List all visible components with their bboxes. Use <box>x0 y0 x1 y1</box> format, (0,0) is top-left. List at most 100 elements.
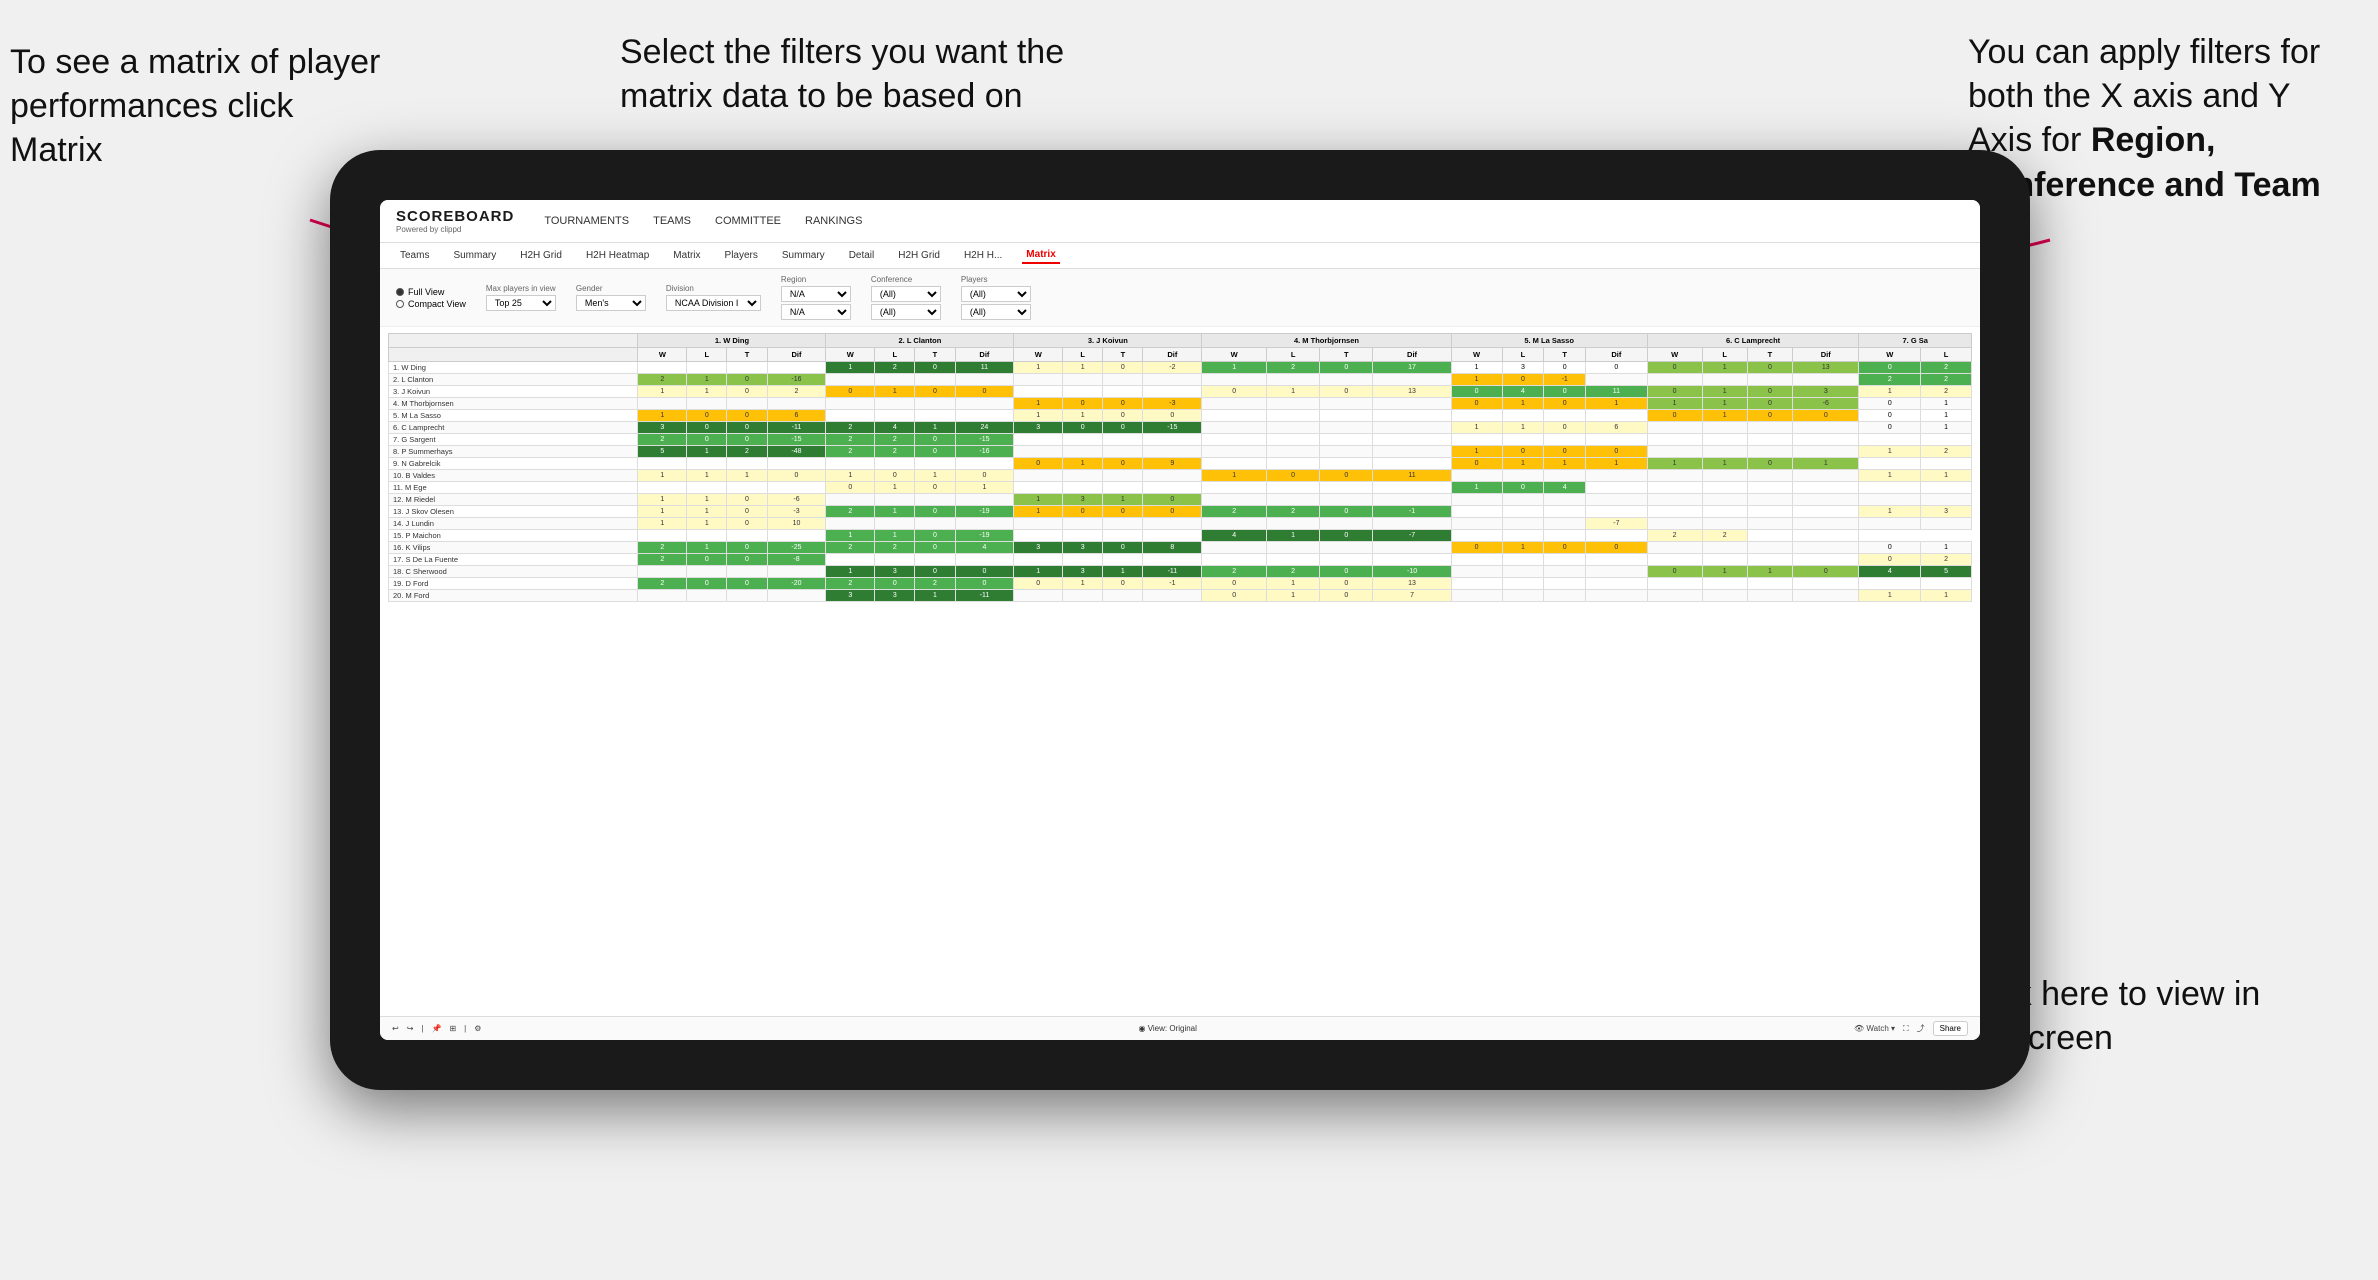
fullscreen-icon[interactable]: ⛶ <box>1903 1024 1909 1034</box>
matrix-cell <box>1586 566 1648 578</box>
matrix-cell: 1 <box>826 566 875 578</box>
matrix-cell <box>1702 554 1747 566</box>
matrix-cell: 1 <box>1544 458 1586 470</box>
matrix-cell <box>638 362 687 374</box>
nav-committee[interactable]: COMMITTEE <box>715 215 781 227</box>
matrix-cell: 0 <box>1014 578 1063 590</box>
matrix-cell: 0 <box>1586 446 1648 458</box>
th-w2: W <box>826 348 875 362</box>
sub-nav-matrix-active[interactable]: Matrix <box>1022 247 1059 264</box>
max-players-select[interactable]: Top 25 <box>486 295 556 311</box>
sub-nav-teams[interactable]: Teams <box>396 248 433 263</box>
matrix-cell: 0 <box>826 386 875 398</box>
matrix-cell: 0 <box>1451 458 1502 470</box>
toolbar-undo[interactable]: ↩ <box>392 1024 399 1033</box>
matrix-cell <box>826 398 875 410</box>
matrix-cell <box>1143 446 1202 458</box>
matrix-cell <box>915 554 955 566</box>
division-select[interactable]: NCAA Division I <box>666 295 761 311</box>
toolbar-settings[interactable]: ⚙ <box>474 1024 481 1033</box>
matrix-cell <box>1202 434 1267 446</box>
sub-nav-h2h-grid2[interactable]: H2H Grid <box>894 248 944 263</box>
conference-select[interactable]: (All) <box>871 286 941 302</box>
region-select2[interactable]: N/A <box>781 304 851 320</box>
matrix-cell <box>1702 482 1747 494</box>
matrix-cell: 0 <box>1451 386 1502 398</box>
matrix-cell: 2 <box>1921 362 1972 374</box>
matrix-cell: 1 <box>1647 458 1702 470</box>
th-d1: Dif <box>767 348 826 362</box>
matrix-cell <box>1014 518 1063 530</box>
sub-nav-summary2[interactable]: Summary <box>778 248 829 263</box>
nav-teams[interactable]: TEAMS <box>653 215 691 227</box>
matrix-cell: 0 <box>1502 446 1544 458</box>
watch-label[interactable]: 👁 Watch ▾ <box>1854 1024 1895 1033</box>
sub-nav-h2h-grid[interactable]: H2H Grid <box>516 248 566 263</box>
matrix-cell <box>1544 590 1586 602</box>
player-name-cell: 13. J Skov Olesen <box>389 506 638 518</box>
matrix-cell <box>915 518 955 530</box>
player-name-cell: 16. K Vilips <box>389 542 638 554</box>
matrix-cell: 0 <box>687 422 727 434</box>
matrix-cell <box>1267 422 1320 434</box>
player-name-cell: 15. P Maichon <box>389 530 638 542</box>
th-w6: W <box>1647 348 1702 362</box>
matrix-cell <box>1702 542 1747 554</box>
matrix-cell: 6 <box>767 410 826 422</box>
sub-nav-detail[interactable]: Detail <box>845 248 879 263</box>
toolbar-redo[interactable]: ↪ <box>407 1024 414 1033</box>
sub-nav-h2h-heatmap[interactable]: H2H Heatmap <box>582 248 653 263</box>
matrix-cell <box>1859 494 1921 506</box>
matrix-cell <box>1143 434 1202 446</box>
matrix-cell <box>1793 518 1859 530</box>
matrix-cell <box>1647 422 1702 434</box>
sub-nav-h2h-h[interactable]: H2H H... <box>960 248 1006 263</box>
table-row: 5. M La Sasso10061100010001 <box>389 410 1972 422</box>
matrix-cell: 0 <box>687 410 727 422</box>
filter-players: Players (All) (All) <box>961 275 1031 320</box>
matrix-cell: 1 <box>1793 458 1859 470</box>
matrix-cell: 2 <box>875 434 915 446</box>
toolbar-copy[interactable]: ⊞ <box>449 1024 456 1033</box>
matrix-cell <box>1014 374 1063 386</box>
share-icon[interactable]: ⤴ <box>1917 1023 1925 1034</box>
nav-tournaments[interactable]: TOURNAMENTS <box>544 215 629 227</box>
matrix-cell <box>1502 494 1544 506</box>
conference-select2[interactable]: (All) <box>871 304 941 320</box>
matrix-cell: 1 <box>1859 590 1921 602</box>
players-select2[interactable]: (All) <box>961 304 1031 320</box>
matrix-cell <box>767 482 826 494</box>
matrix-cell <box>727 566 767 578</box>
matrix-cell <box>875 374 915 386</box>
matrix-cell: 0 <box>1320 530 1373 542</box>
table-row: 19. D Ford200-202020010-101013 <box>389 578 1972 590</box>
gender-select[interactable]: Men's <box>576 295 646 311</box>
matrix-cell: 2 <box>1202 566 1267 578</box>
th-w1: W <box>638 348 687 362</box>
table-row: 10. B Valdes111010101001111 <box>389 470 1972 482</box>
matrix-cell: 1 <box>1014 410 1063 422</box>
view-full-option[interactable]: Full View <box>396 287 466 297</box>
matrix-cell: 0 <box>915 386 955 398</box>
matrix-cell: 9 <box>1143 458 1202 470</box>
view-compact-option[interactable]: Compact View <box>396 299 466 309</box>
region-select[interactable]: N/A <box>781 286 851 302</box>
player-name-cell: 9. N Gabrelcik <box>389 458 638 470</box>
matrix-cell <box>1451 410 1502 422</box>
matrix-cell: -6 <box>767 494 826 506</box>
sub-nav-players[interactable]: Players <box>721 248 762 263</box>
logo-main: SCOREBOARD <box>396 208 514 225</box>
sub-nav-summary[interactable]: Summary <box>449 248 500 263</box>
matrix-cell <box>1544 578 1586 590</box>
matrix-cell <box>1747 518 1792 530</box>
matrix-cell-empty <box>1921 434 1972 446</box>
share-button[interactable]: Share <box>1933 1021 1968 1036</box>
matrix-cell: -3 <box>1143 398 1202 410</box>
matrix-cell: 1 <box>1921 422 1972 434</box>
toolbar-pin[interactable]: 📌 <box>431 1024 441 1033</box>
matrix-cell <box>1014 554 1063 566</box>
nav-rankings[interactable]: RANKINGS <box>805 215 862 227</box>
sub-nav-matrix[interactable]: Matrix <box>669 248 704 263</box>
players-select[interactable]: (All) <box>961 286 1031 302</box>
th-t3: T <box>1103 348 1143 362</box>
